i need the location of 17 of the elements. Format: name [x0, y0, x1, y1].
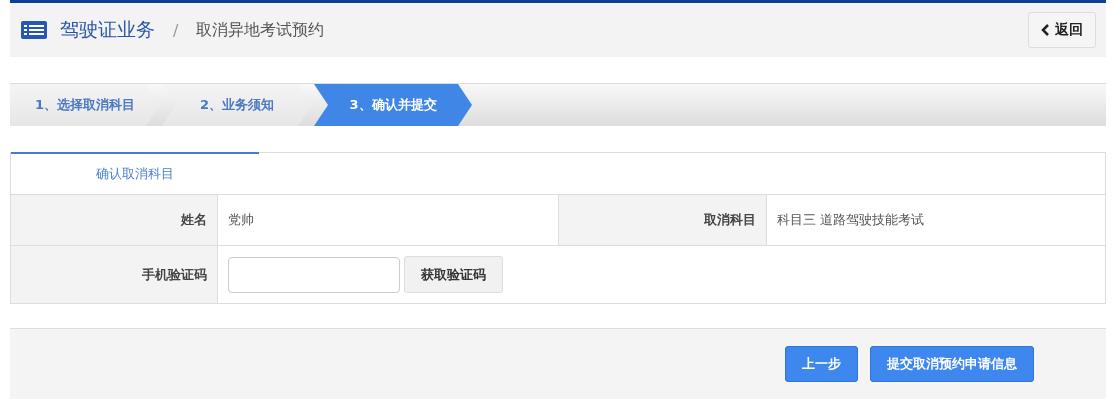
action-button[interactable]: 上一步 [785, 346, 858, 382]
step-tab[interactable]: 2、业务须知 [162, 84, 312, 126]
action-button[interactable]: 提交取消预约申请信息 [870, 346, 1034, 382]
get-code-button[interactable]: 获取验证码 [404, 256, 503, 293]
step-tab[interactable]: 3、确认并提交 [314, 84, 472, 126]
field-value: 党帅 [227, 211, 255, 229]
field-label: 姓名 [11, 195, 218, 245]
field-label: 手机验证码 [11, 246, 218, 303]
field-value: 科目三 道路驾驶技能考试 [776, 211, 926, 229]
breadcrumb-section[interactable]: 驾驶证业务 [60, 17, 155, 43]
code-input-field[interactable] [228, 256, 400, 293]
list-icon [20, 20, 48, 40]
breadcrumb-separator: / [173, 20, 179, 40]
chevron-left-icon [1041, 24, 1051, 36]
field-label: 取消科目 [558, 195, 767, 245]
page-title: 取消异地考试预约 [196, 19, 325, 41]
back-button[interactable]: 返回 [1028, 12, 1096, 48]
